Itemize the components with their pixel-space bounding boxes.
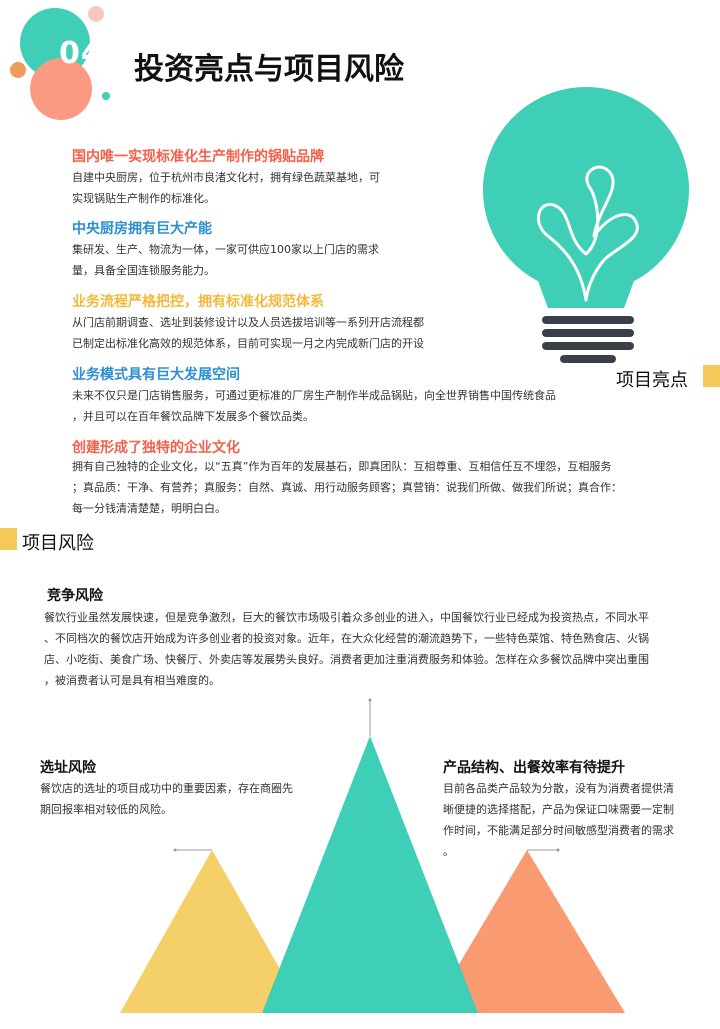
triangles-graphic [120, 698, 625, 1013]
location-risk-title: 选址风险 [40, 760, 96, 776]
location-risk-text: 餐饮店的选址的项目成功中的重要因素，存在商圈先 期回报率相对较低的风险。 [40, 782, 293, 816]
product-risk-title: 产品结构、出餐效率有待提升 [443, 760, 625, 776]
product-risk-text: 目前各品类产品较为分散，没有为消费者提供清 晰便捷的选择搭配，产品为保证口味需要… [443, 782, 674, 858]
